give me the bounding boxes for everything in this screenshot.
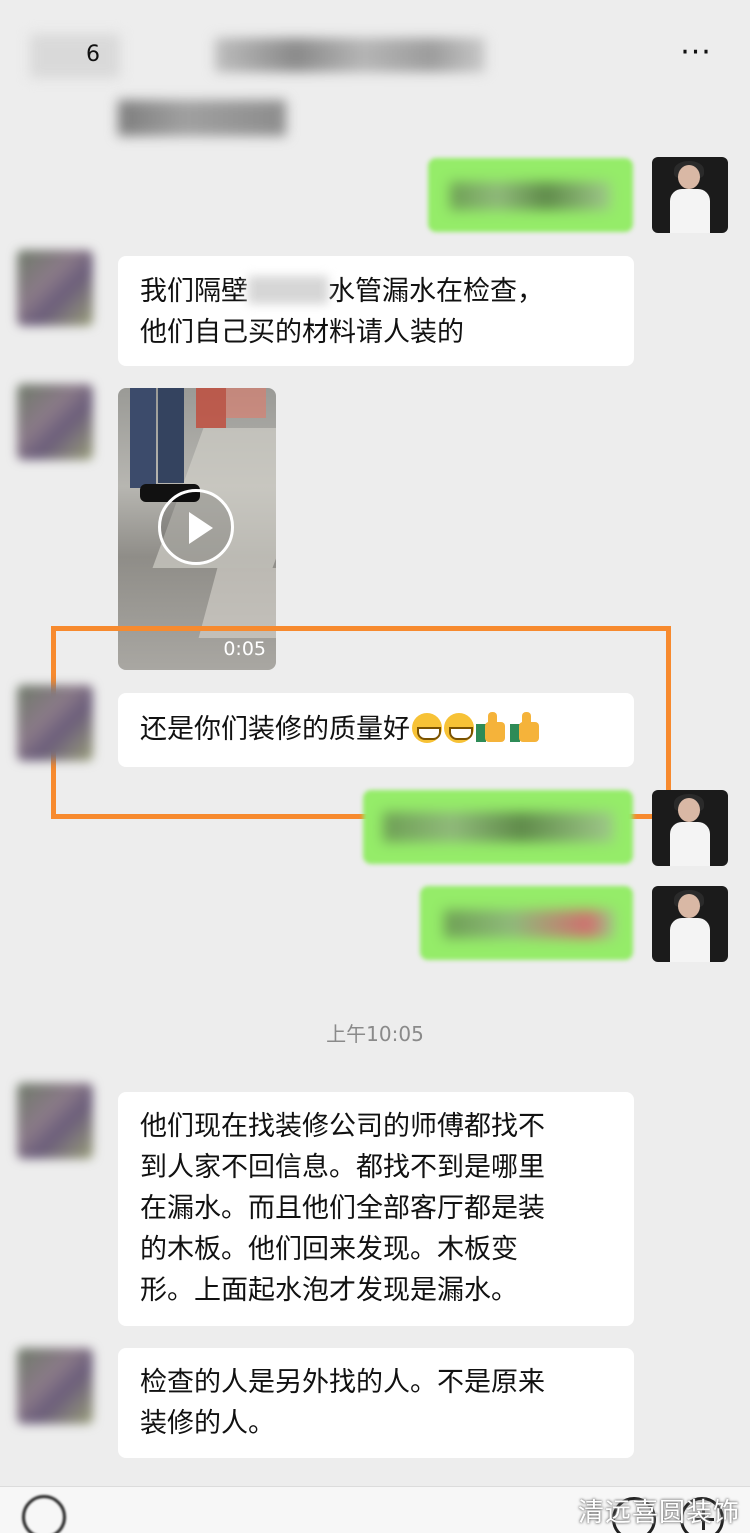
contact-message[interactable]: 我们隔壁 水管漏水在检查， 他们自己买的材料请人装的: [118, 256, 634, 366]
contact-message[interactable]: 检查的人是另外找的人。不是原来 装修的人。: [118, 1348, 634, 1458]
contact-message[interactable]: 他们现在找装修公司的师傅都找不 到人家不回信息。都找不到是哪里 在漏水。而且他们…: [118, 1092, 634, 1326]
message-line: 装修的人。: [140, 1408, 275, 1439]
watermark: 清远喜圆装饰: [577, 1498, 740, 1528]
contact-avatar[interactable]: [17, 1083, 93, 1159]
message-line: 我们隔壁 水管漏水在检查，: [140, 276, 544, 307]
contact-avatar[interactable]: [17, 685, 93, 761]
more-dots-icon[interactable]: ···: [676, 38, 716, 68]
contact-avatar[interactable]: [17, 250, 93, 326]
message-line: 到人家不回信息。都找不到是哪里: [140, 1152, 545, 1183]
thumbs-up-icon: [476, 712, 508, 744]
timestamp: 上午10:05: [326, 1022, 424, 1046]
play-icon[interactable]: [158, 489, 234, 565]
contact-message[interactable]: 还是你们装修的质量好: [118, 693, 634, 767]
chat-title-blurred: [215, 38, 485, 72]
message-text: 还是你们装修的质量好: [140, 714, 410, 745]
my-avatar[interactable]: [652, 157, 728, 233]
voice-icon[interactable]: [22, 1495, 66, 1533]
message-line: 他们现在找装修公司的师傅都找不: [140, 1111, 545, 1142]
grin-emoji-icon: [412, 713, 442, 743]
back-button[interactable]: 6: [30, 34, 120, 78]
message-line: 检查的人是另外找的人。不是原来: [140, 1367, 545, 1398]
blurred-message-top: [118, 100, 286, 136]
message-line: 他们自己买的材料请人装的: [140, 317, 464, 348]
my-message-blurred[interactable]: [420, 886, 633, 960]
message-line: 形。上面起水泡才发现是漏水。: [140, 1275, 518, 1306]
message-line: 在漏水。而且他们全部客厅都是装: [140, 1193, 545, 1224]
contact-avatar[interactable]: [17, 384, 93, 460]
contact-avatar[interactable]: [17, 1348, 93, 1424]
top-bar: 6 ···: [0, 0, 750, 98]
unread-count: 6: [86, 42, 100, 67]
my-message-blurred[interactable]: [428, 158, 633, 232]
my-avatar[interactable]: [652, 886, 728, 962]
grin-emoji-icon: [444, 713, 474, 743]
message-line: 的木板。他们回来发现。木板变: [140, 1234, 518, 1265]
my-message-blurred[interactable]: [363, 790, 633, 864]
thumbs-up-icon: [510, 712, 542, 744]
my-avatar[interactable]: [652, 790, 728, 866]
